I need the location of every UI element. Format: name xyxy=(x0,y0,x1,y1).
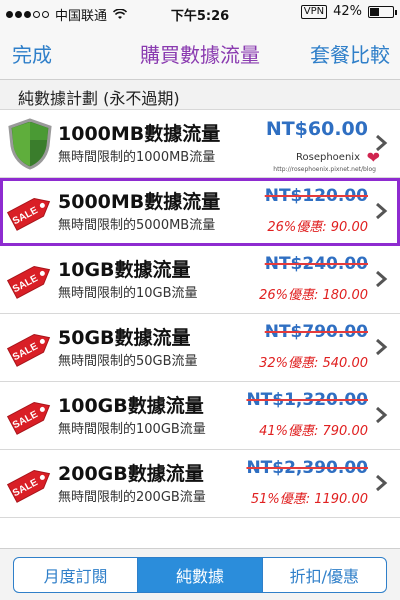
plan-subtitle: 無時間限制的1000MB流量 xyxy=(58,150,216,165)
vpn-badge: VPN xyxy=(300,4,328,19)
plan-price: NT$60.00 xyxy=(265,118,368,140)
chevron-right-icon xyxy=(376,270,388,288)
section-header-label: 純數據計劃 (永不過期) xyxy=(18,89,180,108)
sale-tag-icon: SALE xyxy=(6,322,54,374)
heart-icon: ❤ xyxy=(366,148,380,167)
plan-original-price: NT$790.00 xyxy=(264,322,368,342)
watermark-url: http://rosephoenix.pixnet.net/blog xyxy=(273,166,376,173)
plan-discount-price: 41%優惠: 790.00 xyxy=(259,424,368,439)
plan-subtitle: 無時間限制的5000MB流量 xyxy=(58,218,216,233)
chevron-right-icon xyxy=(376,474,388,492)
plan-original-price: NT$240.00 xyxy=(264,254,368,274)
battery-percent: 42% xyxy=(333,4,362,19)
sale-tag-icon: SALE xyxy=(6,186,54,238)
plan-subtitle: 無時間限制的50GB流量 xyxy=(58,354,198,369)
plan-row-50gb[interactable]: SALE 50GB數據流量 無時間限制的50GB流量 NT$790.00 32%… xyxy=(0,314,400,382)
sale-tag-icon: SALE xyxy=(6,458,54,510)
chevron-right-icon xyxy=(376,338,388,356)
plan-subtitle: 無時間限制的200GB流量 xyxy=(58,490,206,505)
section-header: 純數據計劃 (永不過期) xyxy=(0,80,400,110)
plan-title: 1000MB數據流量 xyxy=(58,123,221,145)
plan-subtitle: 無時間限制的100GB流量 xyxy=(58,422,206,437)
plan-title: 5000MB數據流量 xyxy=(58,191,221,213)
tab-monthly-subscription[interactable]: 月度訂閱 xyxy=(14,558,139,592)
watermark-name: Rosephoenix xyxy=(296,152,360,163)
plan-row-100gb[interactable]: SALE 100GB數據流量 無時間限制的100GB流量 NT$1,320.00… xyxy=(0,382,400,450)
chevron-right-icon xyxy=(376,202,388,220)
compare-plans-button[interactable]: 套餐比較 xyxy=(310,39,390,68)
plan-title: 10GB數據流量 xyxy=(58,259,191,281)
tab-discounts[interactable]: 折扣/優惠 xyxy=(263,558,386,592)
plan-original-price: NT$1,320.00 xyxy=(246,390,368,410)
plan-discount-price: 51%優惠: 1190.00 xyxy=(250,492,368,507)
plan-title: 200GB數據流量 xyxy=(58,463,204,485)
plan-original-price: NT$2,390.00 xyxy=(246,458,368,478)
plan-original-price: NT$120.00 xyxy=(264,186,368,206)
chevron-right-icon xyxy=(376,406,388,424)
plan-title: 50GB數據流量 xyxy=(58,327,191,349)
plan-type-segmented-control: 月度訂閱 純數據 折扣/優惠 xyxy=(13,557,387,593)
shield-icon xyxy=(6,118,54,170)
bottom-bar: 月度訂閱 純數據 折扣/優惠 xyxy=(0,548,400,600)
battery-icon xyxy=(368,5,397,18)
plan-row-10gb[interactable]: SALE 10GB數據流量 無時間限制的10GB流量 NT$240.00 26%… xyxy=(0,246,400,314)
plan-discount-price: 26%優惠: 180.00 xyxy=(259,288,368,303)
plan-row-5000mb[interactable]: SALE 5000MB數據流量 無時間限制的5000MB流量 NT$120.00… xyxy=(0,178,400,246)
sale-tag-icon: SALE xyxy=(6,390,54,442)
plan-row-200gb[interactable]: SALE 200GB數據流量 無時間限制的200GB流量 NT$2,390.00… xyxy=(0,450,400,518)
plan-discount-price: 26%優惠: 90.00 xyxy=(267,220,368,235)
tab-data-only[interactable]: 純數據 xyxy=(138,558,263,592)
plan-discount-price: 32%優惠: 540.00 xyxy=(259,356,368,371)
status-bar: 中国联通 下午5:26 VPN 42% xyxy=(0,0,400,26)
plan-subtitle: 無時間限制的10GB流量 xyxy=(58,286,198,301)
navigation-bar: 完成 購買數據流量 套餐比較 xyxy=(0,26,400,80)
plan-title: 100GB數據流量 xyxy=(58,395,204,417)
sale-tag-icon: SALE xyxy=(6,254,54,306)
